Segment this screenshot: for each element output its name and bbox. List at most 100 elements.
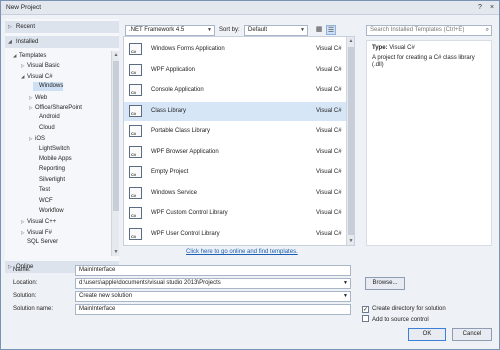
template-language: Visual C# bbox=[316, 128, 342, 134]
recent-section[interactable]: ▷ Recent bbox=[5, 21, 119, 33]
template-row[interactable]: C# Windows Service Visual C# bbox=[124, 184, 346, 203]
tree-item-visual-c[interactable]: ◢ Visual C# bbox=[21, 72, 53, 81]
winforms-icon: C# bbox=[129, 43, 142, 55]
wpf-custom-control-icon: C# bbox=[129, 207, 142, 219]
tree-item-label: Visual C# bbox=[27, 73, 53, 80]
scroll-thumb[interactable] bbox=[113, 61, 119, 211]
template-name: WPF Browser Application bbox=[151, 148, 219, 155]
tree-item-lightswitch[interactable]: LightSwitch bbox=[33, 145, 70, 154]
solution-name-input[interactable]: MainInterface bbox=[75, 304, 351, 315]
template-name: WPF User Control Library bbox=[151, 230, 220, 237]
scroll-thumb[interactable] bbox=[348, 47, 354, 235]
template-row[interactable]: C# WPF User Control Library Visual C# bbox=[124, 225, 346, 244]
tree-item-test[interactable]: Test bbox=[33, 186, 50, 195]
windows-service-icon: C# bbox=[129, 186, 142, 199]
tree-item-label: Visual F# bbox=[27, 229, 52, 236]
template-row[interactable]: C# Windows Forms Application Visual C# bbox=[124, 40, 346, 59]
template-row[interactable]: C# WPF Application Visual C# bbox=[124, 61, 346, 80]
template-name: Console Application bbox=[151, 87, 204, 93]
tree-item-silverlight[interactable]: Silverlight bbox=[33, 176, 65, 185]
template-row[interactable]: C# Class Library Visual C# bbox=[124, 101, 346, 121]
tree-item-mobile-apps[interactable]: Mobile Apps bbox=[33, 155, 72, 164]
template-language: Visual C# bbox=[316, 148, 342, 155]
tree-item-visual-basic[interactable]: ▷ Visual Basic bbox=[21, 61, 60, 70]
template-row[interactable]: C# Console Application Visual C# bbox=[124, 81, 346, 100]
csharp-badge-icon: C# bbox=[131, 110, 137, 116]
cancel-button[interactable]: Cancel bbox=[452, 328, 492, 341]
tree-item-label: iOS bbox=[35, 136, 46, 143]
ok-button[interactable]: OK bbox=[408, 328, 446, 341]
template-list-scrollbar[interactable]: ▲ ▼ bbox=[346, 37, 354, 245]
tree-item-wcf[interactable]: WCF bbox=[33, 197, 53, 206]
tree-item-templates[interactable]: ◢ Templates bbox=[13, 51, 46, 60]
tree-item-label: SQL Server bbox=[27, 239, 59, 246]
template-row[interactable]: C# WPF Custom Control Library Visual C# bbox=[124, 204, 346, 223]
template-row[interactable]: C# Portable Class Library Visual C# bbox=[124, 122, 346, 141]
tree-item-cloud[interactable]: Cloud bbox=[33, 124, 55, 133]
checkbox-box[interactable] bbox=[362, 315, 369, 322]
empty-project-icon: C# bbox=[129, 166, 142, 178]
tree-item-label: Android bbox=[39, 114, 60, 121]
template-type: Type: Visual C# bbox=[372, 45, 415, 51]
framework-dropdown[interactable]: .NET Framework 4.5 ▼ bbox=[125, 25, 215, 36]
checkbox-box[interactable]: ✓ bbox=[362, 306, 369, 313]
add-source-control-checkbox[interactable]: Add to source control bbox=[362, 315, 429, 324]
class-library-icon: C# bbox=[129, 104, 142, 117]
search-icon[interactable]: ⌕ bbox=[486, 26, 489, 35]
tree-item-ios[interactable]: ▷ iOS bbox=[29, 134, 45, 143]
search-templates-input[interactable]: Search Installed Templates (Ctrl+E) ⌕ bbox=[366, 25, 492, 36]
scroll-down-icon[interactable]: ▼ bbox=[347, 237, 355, 245]
online-templates-link[interactable]: Click here to go online and find templat… bbox=[186, 249, 298, 255]
tree-item-label: WCF bbox=[39, 197, 53, 204]
location-dropdown[interactable]: d:\users\apple\documents\visual studio 2… bbox=[75, 278, 351, 289]
template-categories-pane: ▷ Recent ◢ Installed ◢ Templates ▷ Visual B… bbox=[5, 19, 119, 273]
expand-arrow-icon: ▷ bbox=[8, 24, 12, 30]
name-label: Name: bbox=[13, 267, 31, 273]
solution-dropdown[interactable]: Create new solution ▼ bbox=[75, 291, 351, 302]
tree-item-web[interactable]: ▷ Web bbox=[29, 93, 47, 102]
close-button[interactable]: × bbox=[487, 3, 497, 12]
template-name: Windows Service bbox=[151, 189, 198, 196]
template-language: Visual C# bbox=[316, 169, 342, 175]
solution-name-label: Solution name: bbox=[13, 306, 54, 312]
scroll-up-icon[interactable]: ▲ bbox=[112, 51, 120, 59]
template-language: Visual C# bbox=[316, 189, 342, 196]
template-name: WPF Custom Control Library bbox=[151, 210, 228, 216]
small-icons-view-icon[interactable]: ▦ bbox=[314, 25, 324, 35]
tree-item-reporting[interactable]: Reporting bbox=[33, 165, 65, 174]
tree-item-visual-f[interactable]: ▷ Visual F# bbox=[21, 228, 52, 237]
template-name: Empty Project bbox=[151, 169, 189, 175]
template-row[interactable]: C# WPF Browser Application Visual C# bbox=[124, 143, 346, 162]
list-view-icon[interactable]: ☰ bbox=[326, 25, 336, 35]
tree-item-label: Web bbox=[35, 94, 48, 101]
installed-section[interactable]: ◢ Installed bbox=[5, 36, 119, 48]
tree-item-sql-server[interactable]: SQL Server bbox=[21, 238, 58, 247]
template-language: Visual C# bbox=[316, 46, 342, 52]
template-language: Visual C# bbox=[316, 107, 342, 114]
tree-item-label: Cloud bbox=[39, 124, 55, 131]
create-directory-checkbox[interactable]: ✓ Create directory for solution bbox=[362, 305, 446, 313]
template-row[interactable]: C# Empty Project Visual C# bbox=[124, 163, 346, 182]
help-button[interactable]: ? bbox=[475, 3, 485, 12]
tree-item-android[interactable]: Android bbox=[33, 113, 60, 122]
tree-scrollbar[interactable]: ▲ ▼ bbox=[111, 51, 119, 256]
scroll-down-icon[interactable]: ▼ bbox=[112, 248, 120, 256]
tree-item-windows[interactable]: Windows bbox=[33, 82, 64, 92]
scroll-up-icon[interactable]: ▲ bbox=[347, 37, 355, 45]
template-name: Windows Forms Application bbox=[151, 46, 225, 52]
template-list: C# Windows Forms Application Visual C# C# WP… bbox=[123, 36, 355, 246]
sort-dropdown[interactable]: Default ▼ bbox=[244, 25, 308, 36]
project-name-input[interactable]: MainInterface bbox=[75, 265, 351, 276]
template-description: A project for creating a C# class librar… bbox=[372, 55, 475, 68]
sort-label: Sort by: bbox=[219, 27, 240, 33]
tree-item-visual-c[interactable]: ▷ Visual C++ bbox=[21, 217, 56, 226]
browse-button[interactable]: Browse... bbox=[365, 277, 405, 290]
location-label: Location: bbox=[13, 280, 38, 286]
tree-item-office-sharepoint[interactable]: ▷ Office/SharePoint bbox=[29, 103, 82, 112]
tree-item-workflow[interactable]: Workflow bbox=[33, 207, 64, 216]
chevron-down-icon: ▼ bbox=[300, 27, 305, 33]
template-language: Visual C# bbox=[316, 87, 342, 93]
tree-item-label: Templates bbox=[19, 53, 47, 59]
csharp-badge-icon: C# bbox=[131, 69, 137, 75]
portable-library-icon: C# bbox=[129, 125, 142, 137]
